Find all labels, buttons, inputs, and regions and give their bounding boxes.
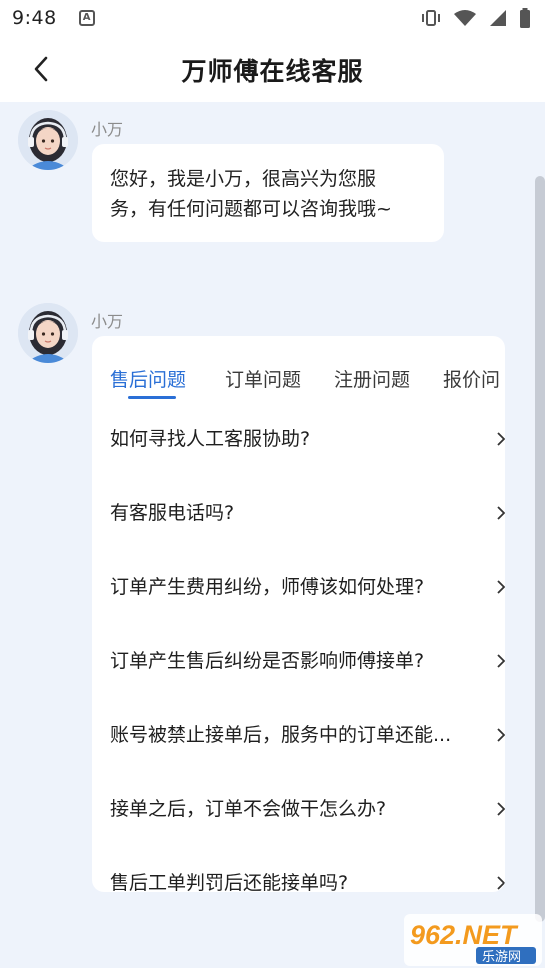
avatar xyxy=(18,110,78,170)
avatar xyxy=(18,303,78,363)
battery-icon xyxy=(520,8,530,28)
chevron-right-icon xyxy=(497,728,505,742)
watermark-logo: 962.NET 乐游网 xyxy=(404,914,542,966)
chevron-right-icon xyxy=(497,654,505,668)
faq-tabs[interactable]: 售后问题 订单问题 注册问题 报价问 xyxy=(92,336,505,402)
sender-name: 小万 xyxy=(91,312,124,331)
chevron-right-icon xyxy=(497,802,505,816)
app-header: 万师傅在线客服 xyxy=(0,36,545,102)
a-icon: A xyxy=(78,10,95,26)
status-bar-right xyxy=(421,8,531,28)
question-item[interactable]: 接单之后，订单不会做干怎么办? xyxy=(92,772,505,846)
question-item[interactable]: 订单产生费用纠纷，师傅该如何处理? xyxy=(92,550,505,624)
welcome-message-line: 务，有任何问题都可以咨询我哦~ xyxy=(110,198,392,220)
question-item[interactable]: 订单产生售后纠纷是否影响师傅接单? xyxy=(92,624,505,698)
question-text: 订单产生售后纠纷是否影响师傅接单? xyxy=(110,650,425,672)
faq-card: 售后问题 订单问题 注册问题 报价问 如何寻找人工客服协助? 有客服电话吗? 订… xyxy=(92,336,505,892)
scrollbar[interactable] xyxy=(535,176,545,922)
vibrate-icon xyxy=(422,10,440,26)
chevron-right-icon xyxy=(497,506,505,520)
signal-icon xyxy=(490,10,506,26)
chevron-right-icon xyxy=(497,432,505,446)
wifi-icon xyxy=(454,10,476,26)
page-title: 万师傅在线客服 xyxy=(181,57,364,86)
question-text: 如何寻找人工客服协助? xyxy=(110,428,311,450)
question-item[interactable]: 售后工单判罚后还能接单吗? xyxy=(92,846,505,892)
status-time: 9:48 xyxy=(12,7,57,29)
chevron-right-icon xyxy=(497,580,505,594)
welcome-message-line: 您好，我是小万，很高兴为您服 xyxy=(110,168,377,190)
tab-registration[interactable]: 注册问题 xyxy=(334,365,410,392)
question-text: 售后工单判罚后还能接单吗? xyxy=(110,872,349,892)
active-tab-indicator xyxy=(128,396,176,399)
question-text: 订单产生费用纠纷，师傅该如何处理? xyxy=(110,576,425,598)
question-item[interactable]: 如何寻找人工客服协助? xyxy=(92,402,505,476)
welcome-message-bubble: 您好，我是小万，很高兴为您服 务，有任何问题都可以咨询我哦~ xyxy=(92,144,444,242)
question-text: 接单之后，订单不会做干怎么办? xyxy=(110,798,387,820)
tab-after-sales[interactable]: 售后问题 xyxy=(110,365,186,392)
chat-area[interactable]: 小万 您好，我是小万，很高兴为您服 务，有任何问题都可以咨询我哦~ 小万 售后问… xyxy=(0,102,545,968)
watermark-bottom-text: 乐游网 xyxy=(482,950,521,965)
status-bar-left: 9:48 A xyxy=(12,7,95,29)
question-text: 有客服电话吗? xyxy=(110,502,235,524)
question-text: 账号被禁止接单后，服务中的订单还能... xyxy=(110,724,452,746)
status-bar: 9:48 A xyxy=(0,0,545,36)
watermark-top-text: 962.NET xyxy=(410,920,519,950)
sender-name: 小万 xyxy=(91,120,124,139)
tab-orders[interactable]: 订单问题 xyxy=(225,365,301,392)
question-item[interactable]: 有客服电话吗? xyxy=(92,476,505,550)
tab-quotation[interactable]: 报价问 xyxy=(443,365,500,392)
watermark-graphic: 962.NET 乐游网 xyxy=(404,914,542,966)
agent-avatar-image xyxy=(18,110,78,170)
chevron-right-icon xyxy=(497,876,505,890)
question-item[interactable]: 账号被禁止接单后，服务中的订单还能... xyxy=(92,698,505,772)
agent-avatar-image xyxy=(18,303,78,363)
